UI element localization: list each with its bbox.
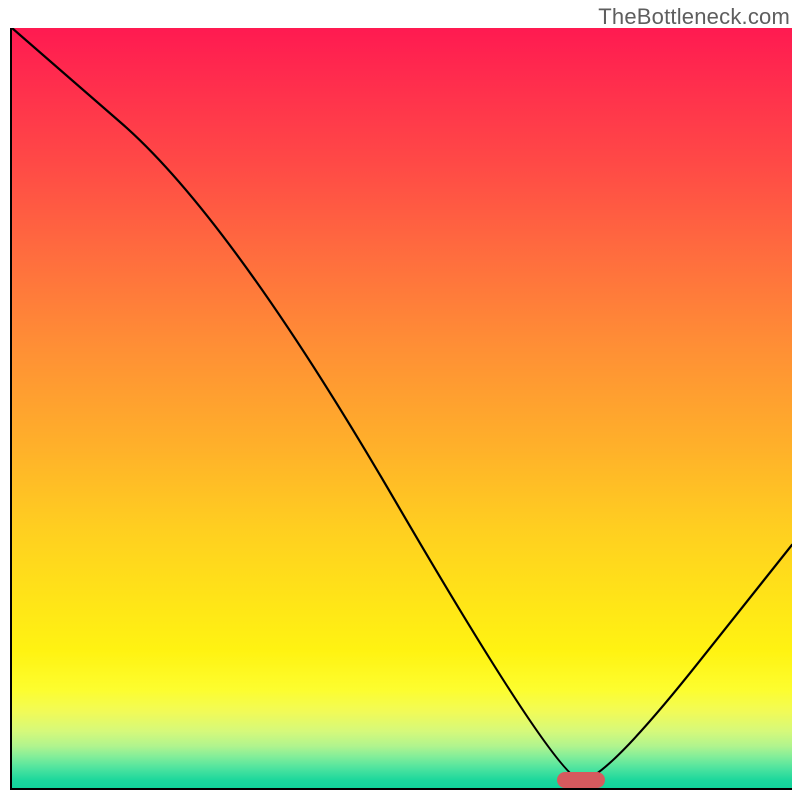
chart-container: TheBottleneck.com: [0, 0, 800, 800]
plot-area: [10, 28, 792, 790]
watermark-text: TheBottleneck.com: [598, 4, 790, 30]
optimal-marker: [557, 772, 605, 788]
bottleneck-curve: [12, 28, 792, 788]
